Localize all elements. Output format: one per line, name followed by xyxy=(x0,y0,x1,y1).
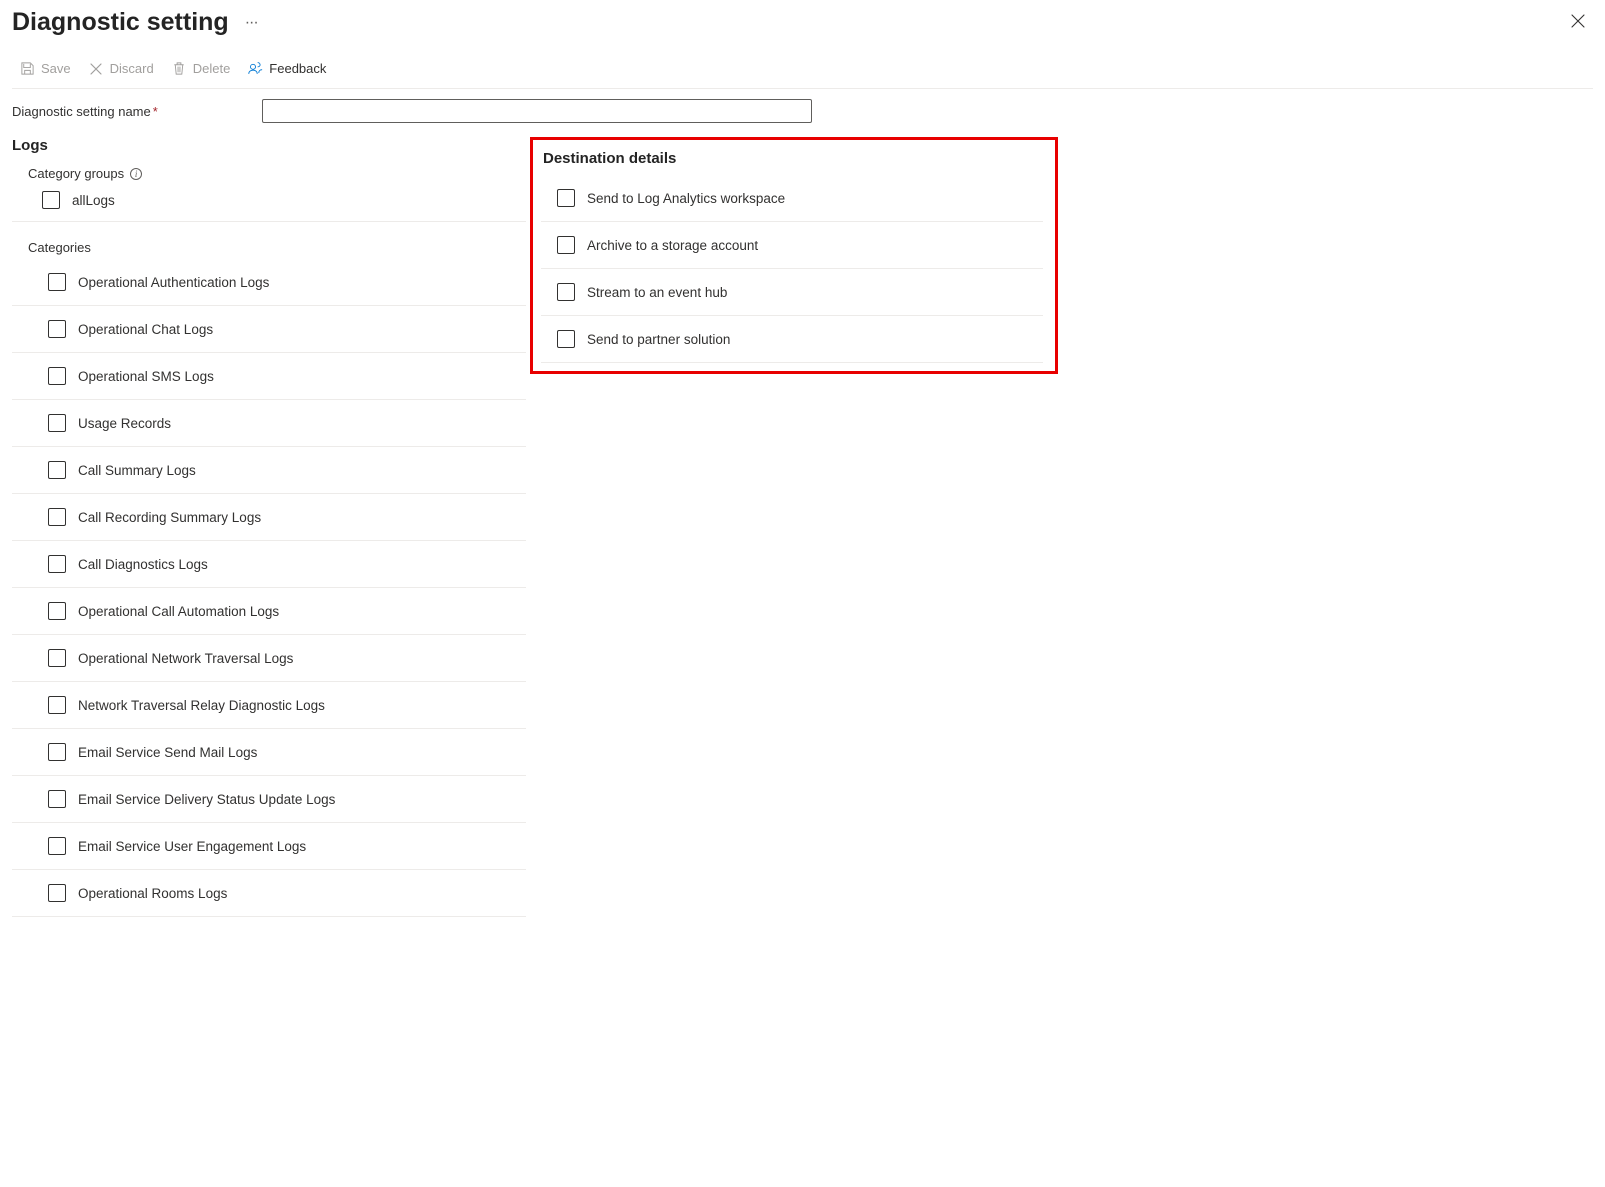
page-title: Diagnostic setting xyxy=(12,8,229,37)
destination-row: Archive to a storage account xyxy=(541,222,1043,269)
destination-checkbox[interactable] xyxy=(557,236,575,254)
log-category-label: Operational Chat Logs xyxy=(78,322,213,337)
trash-icon xyxy=(172,61,187,76)
log-category-checkbox[interactable] xyxy=(48,837,66,855)
category-groups-label: Category groups i xyxy=(28,166,526,181)
log-category-label: Call Summary Logs xyxy=(78,463,196,478)
log-category-row: Email Service User Engagement Logs xyxy=(12,823,526,870)
log-category-row: Email Service Delivery Status Update Log… xyxy=(12,776,526,823)
log-category-label: Email Service Send Mail Logs xyxy=(78,745,257,760)
destination-checkbox[interactable] xyxy=(557,330,575,348)
feedback-icon xyxy=(248,61,263,76)
log-category-row: Operational Chat Logs xyxy=(12,306,526,353)
log-category-label: Usage Records xyxy=(78,416,171,431)
log-category-checkbox[interactable] xyxy=(48,320,66,338)
delete-button[interactable]: Delete xyxy=(172,59,231,78)
log-category-label: Email Service User Engagement Logs xyxy=(78,839,306,854)
log-category-checkbox[interactable] xyxy=(48,414,66,432)
log-category-checkbox[interactable] xyxy=(48,461,66,479)
destination-checkbox[interactable] xyxy=(557,189,575,207)
log-category-checkbox[interactable] xyxy=(48,790,66,808)
log-category-label: Operational Authentication Logs xyxy=(78,275,269,290)
log-category-row: Call Recording Summary Logs xyxy=(12,494,526,541)
log-category-checkbox[interactable] xyxy=(48,649,66,667)
log-category-label: Email Service Delivery Status Update Log… xyxy=(78,792,335,807)
destination-label: Send to Log Analytics workspace xyxy=(587,191,785,206)
log-category-checkbox[interactable] xyxy=(48,555,66,573)
log-category-checkbox[interactable] xyxy=(48,884,66,902)
categories-label: Categories xyxy=(28,240,526,255)
info-icon[interactable]: i xyxy=(130,168,142,180)
toolbar: Save Discard Delete Feedback xyxy=(12,51,1593,89)
destination-label: Stream to an event hub xyxy=(587,285,727,300)
save-button[interactable]: Save xyxy=(20,59,71,78)
alllogs-checkbox[interactable] xyxy=(42,191,60,209)
destination-row: Send to Log Analytics workspace xyxy=(541,175,1043,222)
log-category-label: Call Recording Summary Logs xyxy=(78,510,261,525)
log-category-label: Operational Rooms Logs xyxy=(78,886,227,901)
name-field-row: Diagnostic setting name* xyxy=(12,89,1593,131)
destination-label: Send to partner solution xyxy=(587,332,730,347)
more-icon[interactable]: ··· xyxy=(245,14,258,32)
category-group-row: allLogs xyxy=(12,183,526,217)
log-category-checkbox[interactable] xyxy=(48,696,66,714)
log-category-label: Operational SMS Logs xyxy=(78,369,214,384)
log-category-checkbox[interactable] xyxy=(48,273,66,291)
page-header: Diagnostic setting ··· xyxy=(12,0,1593,51)
log-category-label: Network Traversal Relay Diagnostic Logs xyxy=(78,698,325,713)
destination-heading: Destination details xyxy=(543,150,1043,167)
log-category-checkbox[interactable] xyxy=(48,602,66,620)
required-asterisk: * xyxy=(153,104,158,119)
log-category-row: Operational SMS Logs xyxy=(12,353,526,400)
destination-label: Archive to a storage account xyxy=(587,238,758,253)
log-category-label: Operational Call Automation Logs xyxy=(78,604,279,619)
close-icon[interactable] xyxy=(1563,8,1593,37)
name-field-label: Diagnostic setting name* xyxy=(12,104,262,119)
log-category-row: Call Summary Logs xyxy=(12,447,526,494)
log-category-row: Usage Records xyxy=(12,400,526,447)
log-category-row: Operational Call Automation Logs xyxy=(12,588,526,635)
log-category-label: Call Diagnostics Logs xyxy=(78,557,208,572)
log-category-row: Operational Network Traversal Logs xyxy=(12,635,526,682)
destination-checkbox[interactable] xyxy=(557,283,575,301)
destination-row: Stream to an event hub xyxy=(541,269,1043,316)
discard-button[interactable]: Discard xyxy=(89,59,154,78)
log-category-label: Operational Network Traversal Logs xyxy=(78,651,293,666)
destination-column: Destination details Send to Log Analytic… xyxy=(526,137,1593,917)
logs-heading: Logs xyxy=(12,137,526,154)
alllogs-label: allLogs xyxy=(72,193,115,208)
log-category-checkbox[interactable] xyxy=(48,367,66,385)
log-category-row: Operational Rooms Logs xyxy=(12,870,526,917)
diagnostic-setting-name-input[interactable] xyxy=(262,99,812,123)
feedback-button[interactable]: Feedback xyxy=(248,59,326,78)
log-category-row: Network Traversal Relay Diagnostic Logs xyxy=(12,682,526,729)
log-category-row: Call Diagnostics Logs xyxy=(12,541,526,588)
log-category-checkbox[interactable] xyxy=(48,508,66,526)
log-category-row: Email Service Send Mail Logs xyxy=(12,729,526,776)
destination-highlight-box: Destination details Send to Log Analytic… xyxy=(530,137,1058,374)
log-category-checkbox[interactable] xyxy=(48,743,66,761)
log-category-row: Operational Authentication Logs xyxy=(12,259,526,306)
destination-row: Send to partner solution xyxy=(541,316,1043,363)
logs-column: Logs Category groups i allLogs Categorie… xyxy=(12,137,526,917)
discard-icon xyxy=(89,61,104,76)
save-icon xyxy=(20,61,35,76)
